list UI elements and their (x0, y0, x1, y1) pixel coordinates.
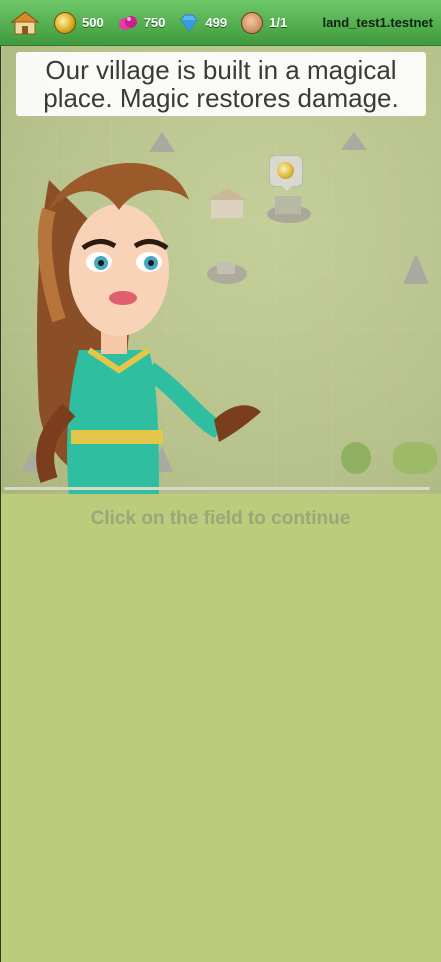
diamond-count: 499 (205, 15, 228, 30)
field-divider (4, 487, 430, 490)
coin-collect-bubble[interactable] (269, 155, 303, 191)
gem-resource: 750 (118, 14, 166, 32)
rock-object (149, 132, 175, 152)
blue-diamond-icon (179, 14, 199, 32)
village-house-icon[interactable] (10, 10, 40, 36)
rock-object (341, 132, 367, 150)
population-face-icon (241, 11, 264, 34)
diamond-resource: 499 (179, 14, 227, 32)
account-name[interactable]: land_test1.testnet (322, 15, 433, 30)
continue-prompt[interactable]: Click on the field to continue (0, 508, 441, 530)
tree-object (341, 442, 371, 474)
coin-icon (277, 162, 294, 179)
gold-count: 500 (82, 15, 104, 30)
bush-object (393, 442, 437, 474)
gold-resource: 500 (54, 11, 104, 34)
top-resource-bar: 500 750 499 1/1 land_test1.testnet (0, 0, 441, 46)
gold-coin-icon (54, 11, 76, 34)
pink-gem-icon (118, 14, 138, 32)
population-count: 1/1 (269, 15, 288, 30)
rock-object (403, 254, 429, 284)
population-resource: 1/1 (241, 11, 288, 34)
tutorial-message: Our village is built in a magical place.… (16, 52, 426, 116)
gem-count: 750 (143, 15, 166, 30)
tutorial-character (9, 150, 269, 494)
